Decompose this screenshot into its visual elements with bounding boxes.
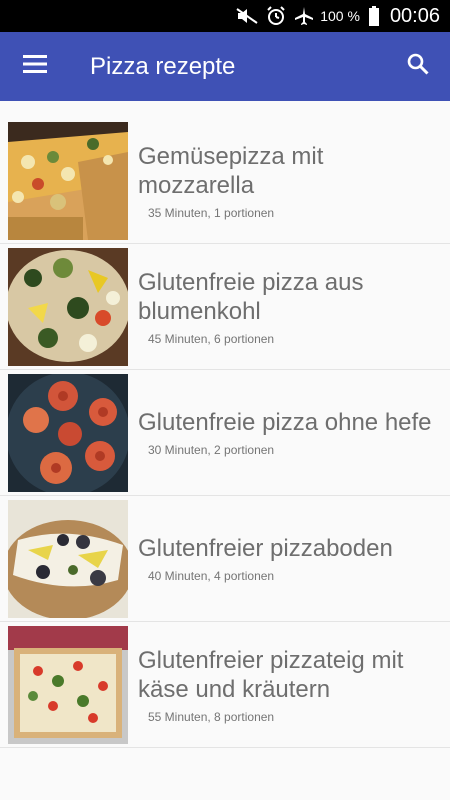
recipe-meta: 45 Minuten, 6 portionen xyxy=(148,331,275,346)
recipe-image xyxy=(8,500,128,618)
menu-button[interactable] xyxy=(0,32,70,101)
recipe-meta: 55 Minuten, 8 portionen xyxy=(148,709,275,724)
recipe-item-4[interactable]: Glutenfreier pizzaboden 40 Minuten, 4 po… xyxy=(0,496,450,622)
recipe-list: Gemüsepizza mit mozzarella 35 Minuten, 1… xyxy=(0,118,450,748)
airplane-icon xyxy=(294,6,314,26)
page-title: Pizza rezepte xyxy=(90,52,236,80)
recipe-image xyxy=(8,122,128,240)
search-icon xyxy=(406,52,430,81)
battery-icon xyxy=(368,6,380,26)
recipe-meta: 30 Minuten, 2 portionen xyxy=(148,443,275,457)
recipe-title: Glutenfreie pizza aus blumenkohl xyxy=(138,268,364,325)
recipe-title: Glutenfreier pizzateig mit käse und kräu… xyxy=(138,646,404,703)
recipe-image xyxy=(8,626,128,744)
menu-icon xyxy=(23,55,47,78)
recipe-title: Gemüsepizza mit mozzarella xyxy=(138,142,324,199)
battery-percent: 100 % xyxy=(320,8,360,24)
recipe-title: Glutenfreie pizza ohne hefe xyxy=(138,409,432,436)
alarm-icon xyxy=(266,6,286,26)
status-bar: 100 % 00:06 xyxy=(0,0,450,32)
clock: 00:06 xyxy=(389,4,440,27)
app-bar: Pizza rezepte xyxy=(0,32,450,101)
recipe-image xyxy=(8,374,128,492)
recipe-title: Glutenfreier pizzaboden xyxy=(138,535,393,562)
recipe-image xyxy=(8,248,128,366)
recipe-meta: 35 Minuten, 1 portionen xyxy=(148,205,275,220)
recipe-meta: 40 Minuten, 4 portionen xyxy=(148,569,275,583)
recipe-item-1[interactable]: Gemüsepizza mit mozzarella 35 Minuten, 1… xyxy=(0,118,450,244)
recipe-item-3[interactable]: Glutenfreie pizza ohne hefe 30 Minuten, … xyxy=(0,370,450,496)
recipe-item-2[interactable]: Glutenfreie pizza aus blumenkohl 45 Minu… xyxy=(0,244,450,370)
search-button[interactable] xyxy=(386,32,450,101)
mute-icon xyxy=(236,8,258,24)
recipe-item-5[interactable]: Glutenfreier pizzateig mit käse und kräu… xyxy=(0,622,450,748)
